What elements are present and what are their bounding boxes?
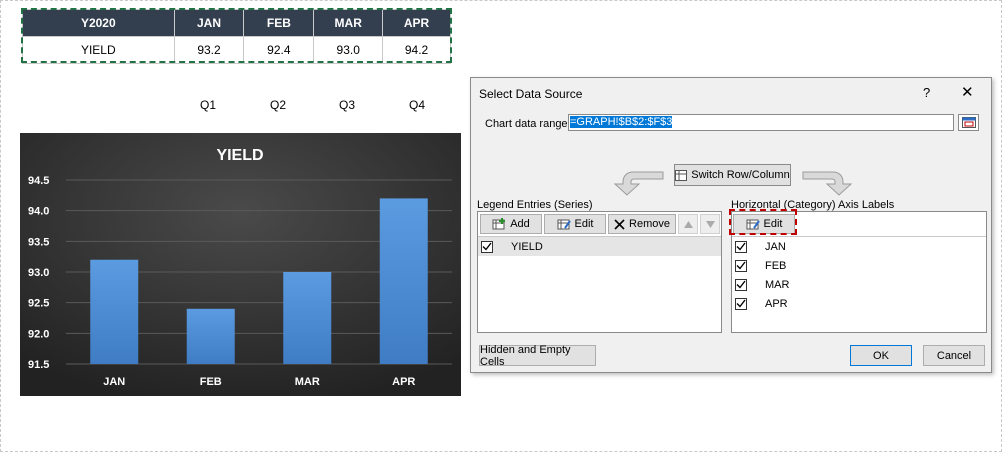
select-data-source-dialog: Select Data Source ? ✕ Chart data range:…: [470, 77, 992, 373]
value-cell-mar[interactable]: 93.0: [313, 36, 384, 64]
switch-row-column-label: Switch Row/Column: [691, 169, 790, 181]
x-tick-label: MAR: [295, 376, 320, 388]
quarter-label-q4[interactable]: Q4: [402, 98, 432, 112]
list-item[interactable]: APR: [732, 294, 986, 313]
range-value-text: =GRAPH!$B$2:$F$3: [570, 116, 673, 128]
quarter-label-q3[interactable]: Q3: [332, 98, 362, 112]
axis-item-label: APR: [765, 297, 788, 310]
add-series-button[interactable]: Add: [480, 214, 542, 234]
header-cell-jan[interactable]: JAN: [173, 9, 245, 37]
edit-axis-labels-button[interactable]: Edit: [733, 214, 795, 234]
edit-icon: [557, 219, 571, 230]
help-button[interactable]: ?: [923, 85, 930, 100]
x-tick-label: JAN: [103, 376, 125, 388]
legend-entries-label: Legend Entries (Series): [477, 199, 593, 211]
checkmark-icon: [736, 242, 746, 251]
checkmark-icon: [736, 280, 746, 289]
y-tick-label: 94.0: [28, 206, 49, 218]
header-cell-mar[interactable]: MAR: [313, 9, 384, 37]
axis-checkbox[interactable]: [735, 278, 747, 291]
value-cell-feb[interactable]: 92.4: [243, 36, 315, 64]
header-cell-apr[interactable]: APR: [382, 9, 451, 37]
chart-data-range-input[interactable]: =GRAPH!$B$2:$F$3: [568, 114, 954, 131]
y-tick-label: 93.5: [28, 236, 49, 248]
remove-series-button[interactable]: Remove: [608, 214, 676, 234]
bar-mar[interactable]: [283, 272, 332, 364]
chart-data-range-label: Chart data range:: [485, 118, 571, 130]
switch-grid-icon: [675, 169, 688, 181]
y-tick-label: 92.0: [28, 328, 49, 340]
axis-labels-label: Horizontal (Category) Axis Labels: [731, 199, 895, 211]
axis-toolbar: Edit: [732, 212, 986, 237]
remove-label: Remove: [629, 218, 670, 230]
table-header-row: Y2020 JAN FEB MAR APR: [22, 9, 451, 37]
y-tick-label: 93.0: [28, 267, 49, 279]
edit-series-button[interactable]: Edit: [544, 214, 606, 234]
legend-entries-pane: Add Edit Remove YIELD: [477, 211, 722, 333]
list-item[interactable]: FEB: [732, 256, 986, 275]
legend-toolbar: Add Edit Remove: [478, 212, 721, 237]
axis-edit-label: Edit: [763, 218, 783, 230]
add-icon: [492, 218, 506, 230]
left-curve-arrow-icon: [613, 171, 664, 196]
bar-feb[interactable]: [186, 308, 235, 364]
value-cell-jan[interactable]: 93.2: [173, 36, 245, 64]
y-tick-label: 92.5: [28, 298, 49, 310]
yield-table: Y2020 JAN FEB MAR APR YIELD 93.2 92.4 93…: [22, 9, 451, 64]
hidden-empty-cells-button[interactable]: Hidden and Empty Cells: [479, 344, 596, 368]
chart-title[interactable]: YIELD: [216, 147, 263, 164]
move-down-icon: [705, 220, 715, 228]
remove-x-icon: [614, 218, 625, 230]
axis-checkbox[interactable]: [735, 259, 747, 272]
y-tick-label: 94.5: [28, 175, 49, 187]
header-cell-y2020[interactable]: Y2020: [22, 9, 175, 37]
dialog-title: Select Data Source: [479, 87, 583, 101]
row-label-cell[interactable]: YIELD: [22, 36, 175, 64]
series-checkbox[interactable]: [481, 240, 493, 253]
edit-icon: [746, 219, 760, 230]
close-button[interactable]: ✕: [961, 83, 974, 101]
series-label: YIELD: [511, 240, 543, 253]
add-label: Add: [510, 218, 530, 230]
move-up-button[interactable]: [678, 214, 698, 234]
ok-button[interactable]: OK: [850, 345, 912, 366]
table-row: YIELD 93.2 92.4 93.0 94.2: [22, 36, 451, 64]
checkmark-icon: [482, 242, 492, 251]
checkmark-icon: [736, 299, 746, 308]
axis-checkbox[interactable]: [735, 297, 747, 310]
x-tick-label: APR: [392, 376, 415, 388]
x-tick-label: FEB: [200, 376, 222, 388]
range-picker-icon: [961, 117, 976, 128]
move-down-button[interactable]: [700, 214, 720, 234]
quarter-label-q2[interactable]: Q2: [263, 98, 293, 112]
value-cell-apr[interactable]: 94.2: [382, 36, 451, 64]
bar-apr[interactable]: [379, 198, 428, 364]
header-cell-feb[interactable]: FEB: [243, 9, 315, 37]
list-item[interactable]: JAN: [732, 237, 986, 256]
checkmark-icon: [736, 261, 746, 270]
y-tick-label: 91.5: [28, 359, 49, 371]
bar-jan[interactable]: [90, 259, 139, 364]
list-item[interactable]: YIELD: [478, 237, 721, 256]
right-curve-arrow-icon: [802, 171, 853, 196]
axis-item-label: JAN: [765, 240, 786, 253]
axis-item-label: MAR: [765, 278, 790, 291]
axis-item-label: FEB: [765, 259, 787, 272]
list-item[interactable]: MAR: [732, 275, 986, 294]
cancel-button[interactable]: Cancel: [923, 345, 985, 366]
move-up-icon: [683, 220, 693, 228]
switch-row-column-button[interactable]: Switch Row/Column: [674, 164, 791, 186]
yield-chart[interactable]: YIELD 94.5 94.0 93.5 93.0 92.5 92.0 91.5 JAN FEB…: [20, 133, 461, 396]
axis-labels-pane: Edit JAN FEB MAR APR: [731, 211, 987, 333]
quarter-label-q1[interactable]: Q1: [193, 98, 223, 112]
edit-label: Edit: [574, 218, 594, 230]
range-collapse-button[interactable]: [958, 114, 979, 131]
axis-checkbox[interactable]: [735, 240, 747, 253]
